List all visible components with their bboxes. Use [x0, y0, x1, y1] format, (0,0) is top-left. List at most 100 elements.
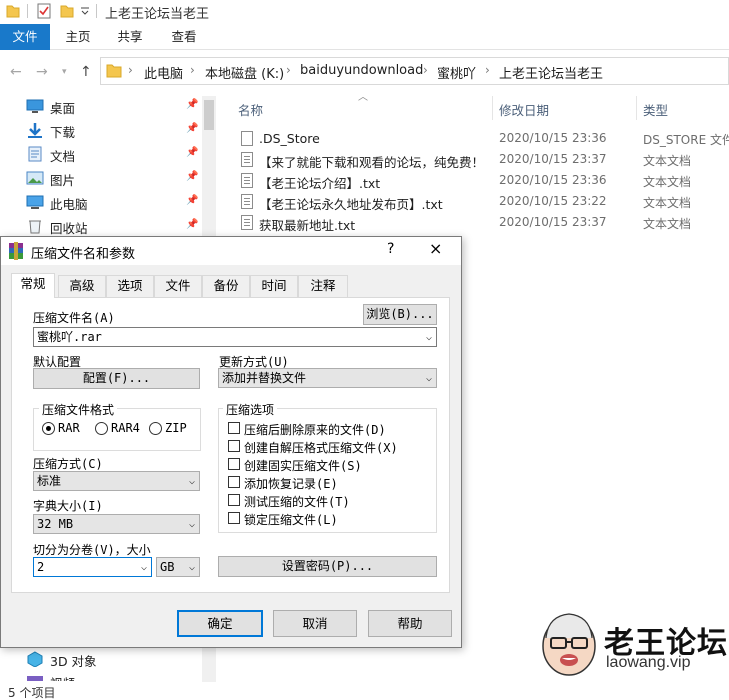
format-rar-label: RAR	[58, 421, 80, 435]
ok-button[interactable]: 确定	[177, 610, 263, 637]
file-row[interactable]: 【老王论坛永久地址发布页】.txt 2020/10/15 23:22 文本文档	[232, 191, 729, 212]
nav-item-recycle-bin[interactable]: 回收站 📌	[0, 214, 210, 238]
nav-item-documents[interactable]: 文档 📌	[0, 142, 210, 166]
breadcrumb-current[interactable]: 上老王论坛当老王	[499, 63, 603, 82]
help-button[interactable]: 帮助	[368, 610, 452, 637]
file-name: 【来了就能下载和观看的论坛，纯免费！	[259, 155, 485, 170]
format-rar4-radio[interactable]	[95, 422, 108, 435]
text-file-icon	[241, 173, 253, 188]
file-name: 【老王论坛介绍】.txt	[259, 176, 381, 191]
tab-files[interactable]: 文件	[154, 275, 202, 297]
option-sfx-checkbox[interactable]	[228, 440, 240, 452]
nav-item-videos[interactable]: 视频	[0, 669, 210, 681]
tab-general[interactable]: 常规	[11, 273, 55, 298]
folder-icon	[106, 64, 122, 78]
nav-item-desktop[interactable]: 桌面 📌	[0, 94, 210, 118]
new-folder-icon[interactable]	[60, 3, 74, 19]
column-separator[interactable]	[492, 96, 493, 120]
split-size-input[interactable]: 2 ⌵	[33, 557, 152, 577]
browse-button[interactable]: 浏览(B)...	[363, 304, 437, 325]
profiles-button[interactable]: 配置(F)...	[33, 368, 200, 389]
nav-item-pictures[interactable]: 图片 📌	[0, 166, 210, 190]
nav-label: 此电脑	[50, 197, 88, 212]
option-test-checkbox[interactable]	[228, 494, 240, 506]
tab-share[interactable]: 共享	[106, 24, 154, 50]
dictionary-size-select[interactable]: 32 MB ⌵	[33, 514, 200, 534]
forward-arrow-icon[interactable]: →	[36, 64, 48, 80]
set-password-button[interactable]: 设置密码(P)...	[218, 556, 437, 577]
archive-name-input[interactable]: 蜜桃吖.rar ⌵	[33, 327, 437, 347]
breadcrumb-separator-icon: ›	[485, 63, 490, 77]
file-row[interactable]: .DS_Store 2020/10/15 23:36 DS_STORE 文件	[232, 128, 729, 149]
tab-backup[interactable]: 备份	[202, 275, 250, 297]
recent-chevron-icon[interactable]: ▾	[62, 67, 67, 77]
cancel-button[interactable]: 取消	[273, 610, 357, 637]
breadcrumb-folder[interactable]: baiduyundownload	[300, 63, 423, 78]
split-unit-select[interactable]: GB ⌵	[156, 557, 200, 577]
breadcrumb-separator-icon: ›	[190, 63, 195, 77]
file-row[interactable]: 【老王论坛介绍】.txt 2020/10/15 23:36 文本文档	[232, 170, 729, 191]
nav-item-downloads[interactable]: 下载 📌	[0, 118, 210, 142]
pin-icon[interactable]: 📌	[186, 99, 198, 110]
nav-item-3d-objects[interactable]: 3D 对象	[0, 647, 210, 671]
dialog-titlebar[interactable]: 压缩文件名和参数 ? ×	[1, 237, 461, 265]
file-date: 2020/10/15 23:36	[499, 131, 607, 145]
pin-icon[interactable]: 📌	[186, 123, 198, 134]
close-icon[interactable]: ×	[429, 239, 442, 258]
column-header-date[interactable]: 修改日期	[499, 100, 549, 119]
format-zip-radio[interactable]	[149, 422, 162, 435]
up-arrow-icon[interactable]: ↑	[80, 64, 92, 80]
back-arrow-icon[interactable]: ←	[10, 64, 22, 80]
chevron-down-icon[interactable]: ⌵	[141, 559, 147, 577]
pin-icon[interactable]: 📌	[186, 147, 198, 158]
option-recovery-checkbox[interactable]	[228, 476, 240, 488]
chevron-down-icon[interactable]	[80, 7, 90, 15]
column-header-type[interactable]: 类型	[643, 100, 668, 119]
folder-icon[interactable]	[6, 3, 20, 19]
column-header-name[interactable]: 名称	[238, 100, 263, 119]
option-label: 创建自解压格式压缩文件(X)	[244, 441, 398, 455]
nav-item-this-pc[interactable]: 此电脑 📌	[0, 190, 210, 214]
properties-icon[interactable]	[36, 3, 52, 19]
winrar-icon	[9, 242, 23, 260]
file-row[interactable]: 【来了就能下载和观看的论坛，纯免费！ 2020/10/15 23:37 文本文档	[232, 149, 729, 170]
pin-icon[interactable]: 📌	[186, 195, 198, 206]
archive-name-value: 蜜桃吖.rar	[37, 330, 102, 344]
tab-time[interactable]: 时间	[250, 275, 298, 297]
chevron-down-icon: ⌵	[188, 476, 195, 487]
tab-home[interactable]: 主页	[54, 24, 102, 50]
file-type: 文本文档	[643, 154, 692, 168]
column-separator[interactable]	[636, 96, 637, 120]
help-icon[interactable]: ?	[387, 241, 394, 257]
pin-icon[interactable]: 📌	[186, 171, 198, 182]
tab-advanced[interactable]: 高级	[58, 275, 106, 297]
pin-icon[interactable]: 📌	[186, 219, 198, 230]
nav-label: 图片	[50, 173, 76, 188]
update-mode-select[interactable]: 添加并替换文件 ⌵	[218, 368, 437, 388]
sort-ascending-icon: ︿	[358, 92, 368, 103]
download-icon	[28, 123, 42, 138]
nav-label: 视频	[50, 673, 75, 681]
tab-comment[interactable]: 注释	[298, 275, 348, 297]
chevron-down-icon: ⌵	[188, 519, 195, 530]
option-delete-after-checkbox[interactable]	[228, 422, 240, 434]
tab-file[interactable]: 文件	[0, 24, 50, 50]
breadcrumb-folder[interactable]: 蜜桃吖	[437, 63, 476, 82]
format-rar-radio[interactable]	[42, 422, 55, 435]
scrollbar-thumb[interactable]	[204, 100, 214, 130]
file-type: 文本文档	[643, 196, 692, 210]
desktop-icon	[26, 99, 44, 113]
breadcrumb-drive[interactable]: 本地磁盘 (K:)	[205, 63, 284, 82]
tab-view[interactable]: 查看	[160, 24, 208, 50]
nav-label: 下载	[50, 125, 76, 140]
chevron-down-icon[interactable]: ⌵	[426, 329, 432, 347]
breadcrumb-this-pc[interactable]: 此电脑	[144, 63, 183, 82]
option-solid-checkbox[interactable]	[228, 458, 240, 470]
tab-options[interactable]: 选项	[106, 275, 154, 297]
archive-name-label: 压缩文件名(A)	[33, 311, 115, 325]
file-date: 2020/10/15 23:37	[499, 215, 607, 229]
option-lock-checkbox[interactable]	[228, 512, 240, 524]
file-row[interactable]: 获取最新地址.txt 2020/10/15 23:37 文本文档	[232, 212, 729, 233]
compression-method-select[interactable]: 标准 ⌵	[33, 471, 200, 491]
format-rar4-label: RAR4	[111, 421, 140, 435]
